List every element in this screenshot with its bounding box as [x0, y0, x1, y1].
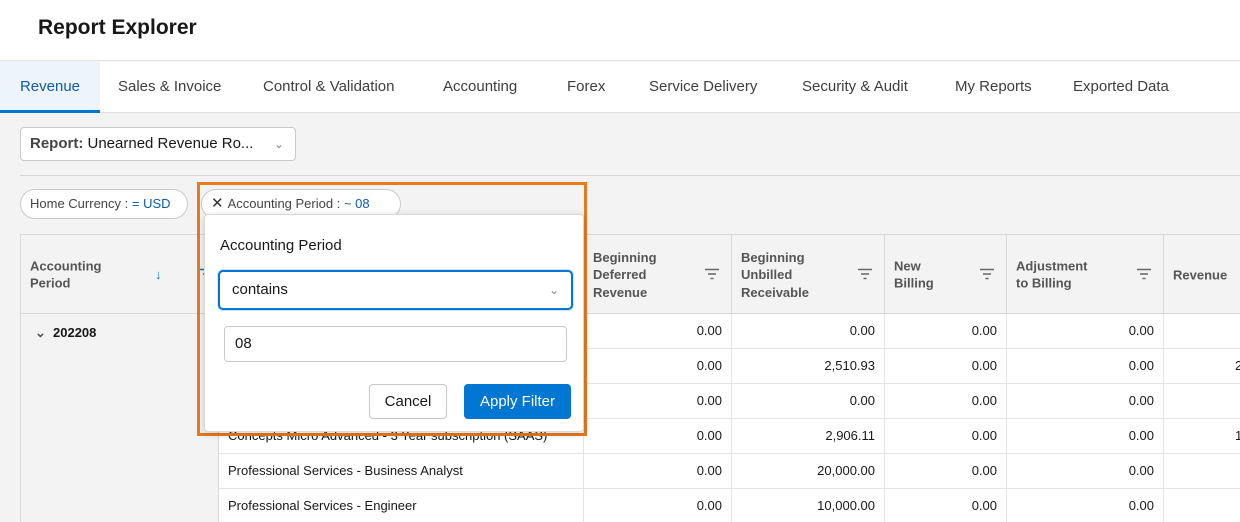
- report-select-label: Report:: [30, 135, 84, 152]
- value-cell: 0.00: [1007, 489, 1164, 522]
- value-cell: 0.00: [1007, 454, 1164, 489]
- apply-filter-button[interactable]: Apply Filter: [464, 384, 571, 419]
- value-cell: 0.00: [584, 454, 732, 489]
- value-cell: 0.00: [885, 384, 1007, 419]
- value-cell: 0.00: [885, 489, 1007, 522]
- product-cell: Professional Services - Business Analyst: [219, 454, 584, 489]
- value-cell: 0.00: [885, 314, 1007, 349]
- column-header-beginning-unbilled-receivable[interactable]: Beginning Unbilled Receivable: [732, 235, 885, 314]
- value-cell: 0.00: [1007, 349, 1164, 384]
- column-header-new-billing[interactable]: New Billing: [885, 235, 1007, 314]
- tab-sales-invoice[interactable]: Sales & Invoice: [118, 62, 221, 113]
- revenue-cell: 2: [1235, 349, 1240, 384]
- column-header-label: Beginning Unbilled Receivable: [741, 249, 809, 300]
- tab-forex[interactable]: Forex: [567, 62, 605, 113]
- value-cell: 0.00: [732, 314, 885, 349]
- value-cell: 2,510.93: [732, 349, 885, 384]
- chevron-down-icon[interactable]: ⌄: [35, 325, 53, 341]
- value-cell: 0.00: [732, 384, 885, 419]
- column-header-label: Beginning Deferred Revenue: [593, 249, 657, 300]
- chevron-down-icon: ⌄: [548, 283, 559, 297]
- tab-bar: Revenue Sales & Invoice Control & Valida…: [0, 62, 1240, 113]
- column-header-beginning-deferred-revenue[interactable]: Beginning Deferred Revenue: [584, 235, 732, 314]
- filter-popover: Accounting Period contains ⌄ 08 Cancel A…: [204, 214, 584, 432]
- tab-service-delivery[interactable]: Service Delivery: [649, 62, 757, 113]
- value-cell: 0.00: [584, 489, 732, 522]
- filter-popover-highlight: Accounting Period contains ⌄ 08 Cancel A…: [197, 182, 587, 436]
- value-cell: 0.00: [1007, 384, 1164, 419]
- value-cell: 0.00: [1007, 314, 1164, 349]
- value-cell: 0.00: [584, 349, 732, 384]
- group-column: ⌄ 202208: [21, 314, 219, 522]
- filter-value-input[interactable]: 08: [224, 326, 567, 362]
- column-header-revenue[interactable]: Revenue: [1164, 235, 1240, 314]
- sort-descending-icon[interactable]: ↓: [155, 267, 162, 282]
- value-cell: 20,000.00: [732, 454, 885, 489]
- filter-pill-home-currency[interactable]: Home Currency : = USD: [20, 189, 188, 219]
- tab-my-reports[interactable]: My Reports: [955, 62, 1032, 113]
- filter-icon[interactable]: [705, 267, 719, 282]
- column-header-adjustment-to-billing[interactable]: Adjustment to Billing: [1007, 235, 1164, 314]
- value-cell: 0.00: [584, 384, 732, 419]
- column-header-label: Revenue: [1173, 266, 1228, 282]
- report-select[interactable]: Report: Unearned Revenue Ro... ⌄: [20, 127, 296, 161]
- report-select-value: Unearned Revenue Ro...: [87, 135, 254, 152]
- filter-icon[interactable]: [1137, 267, 1151, 282]
- page-title: Report Explorer: [38, 16, 197, 39]
- cancel-button[interactable]: Cancel: [369, 384, 447, 419]
- tab-security-audit[interactable]: Security & Audit: [802, 62, 908, 113]
- filter-icon[interactable]: [980, 267, 994, 282]
- value-cell: 10,000.00: [732, 489, 885, 522]
- divider: [20, 175, 1240, 176]
- product-cell: Professional Services - Engineer: [219, 489, 584, 522]
- chevron-down-icon: ⌄: [273, 137, 284, 151]
- app-header: Report Explorer: [0, 0, 1240, 61]
- value-cell: 0.00: [584, 419, 732, 454]
- group-row-toggle[interactable]: ⌄ 202208: [35, 325, 96, 341]
- table-row[interactable]: Professional Services - Engineer 0.00 10…: [219, 489, 1240, 522]
- tab-exported-data[interactable]: Exported Data: [1073, 62, 1169, 113]
- column-header-accounting-period[interactable]: Accounting Period ↓: [21, 235, 219, 314]
- revenue-cell: 1: [1235, 419, 1240, 454]
- column-header-label: Accounting Period: [30, 258, 102, 291]
- filter-popover-title: Accounting Period: [220, 237, 342, 254]
- value-cell: 0.00: [885, 419, 1007, 454]
- column-header-label: Adjustment to Billing: [1016, 258, 1088, 291]
- value-cell: 0.00: [1007, 419, 1164, 454]
- tab-revenue[interactable]: Revenue: [0, 62, 100, 113]
- filter-pill-value: = USD: [131, 196, 171, 211]
- group-label: 202208: [53, 325, 97, 340]
- tab-accounting[interactable]: Accounting: [443, 62, 517, 113]
- filter-pill-label: Home Currency :: [30, 196, 132, 211]
- tab-control-validation[interactable]: Control & Validation: [263, 62, 394, 113]
- value-cell: 0.00: [584, 314, 732, 349]
- table-row[interactable]: Professional Services - Business Analyst…: [219, 454, 1240, 489]
- report-content: Report: Unearned Revenue Ro... ⌄ Home Cu…: [0, 113, 1240, 522]
- value-cell: 0.00: [885, 349, 1007, 384]
- column-header-label: New Billing: [894, 258, 934, 291]
- filter-operator-select[interactable]: contains ⌄: [218, 270, 573, 310]
- value-cell: 0.00: [885, 454, 1007, 489]
- value-cell: 2,906.11: [732, 419, 885, 454]
- filter-operator-value: contains: [232, 281, 288, 298]
- filter-icon[interactable]: [858, 267, 872, 282]
